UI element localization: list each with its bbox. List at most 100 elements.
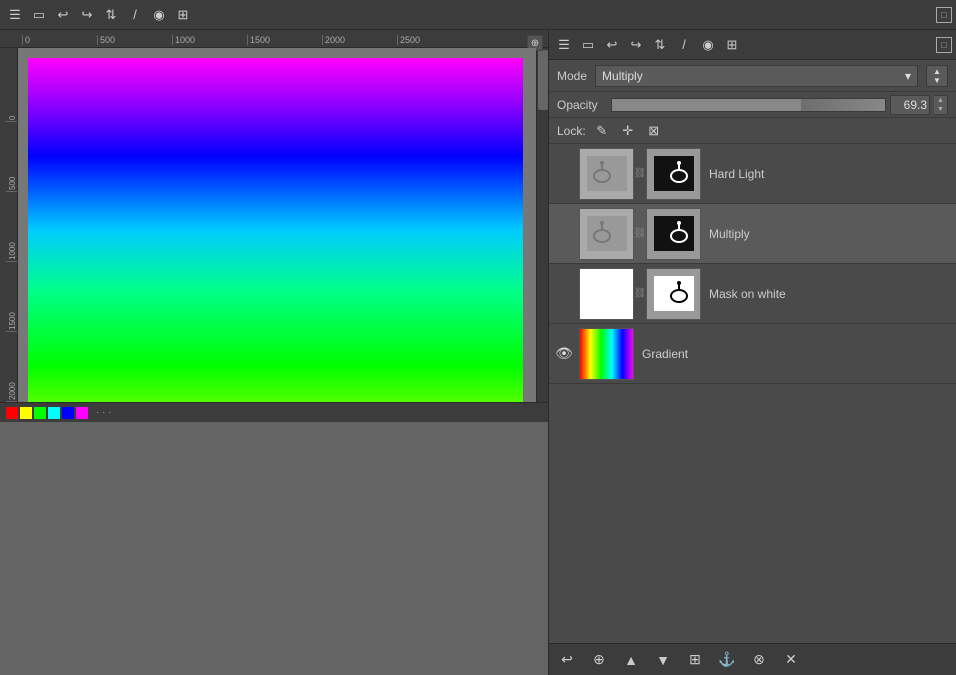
ruler-marks-top: 0 500 1000 1500 2000 2500 [22,35,472,45]
layer-mask-thumb-hard-light [646,148,701,200]
layer-thumbs-hard-light: ⛓ [579,148,701,200]
layer-item-multiply[interactable]: ⛓ Multiply [549,204,956,264]
lock-label: Lock: [557,124,586,138]
layer-visibility-hard-light[interactable] [553,163,575,185]
ruler-mark: 2500 [397,35,472,45]
panel-undo-icon[interactable]: ↩ [601,34,623,56]
color-squares [6,407,88,419]
layer-item-hard-light[interactable]: ⛓ Hard Light [549,144,956,204]
grid-icon[interactable]: ⊞ [172,4,194,26]
layer-name-hard-light: Hard Light [705,167,764,181]
anchor-layer-icon[interactable]: ⚓ [713,648,741,672]
panel-toolbar: ☰ ▭ ↩ ↪ ⇅ / ◉ ⊞ □ [549,30,956,60]
opacity-label: Opacity [557,98,607,112]
undo-icon[interactable]: ↩ [52,4,74,26]
ruler-top: 0 500 1000 1500 2000 2500 ⊕ [0,30,548,48]
layers-list: ⛓ Hard Light [549,144,956,643]
toolbar-right: □ [936,7,952,23]
target-icon[interactable]: ◉ [148,4,170,26]
dropdown-arrow-icon: ▾ [905,69,911,83]
zoom-icon[interactable]: ⊕ [527,35,543,48]
layer-name-gradient: Gradient [638,347,688,361]
layer-mask-thumb-mask-on-white [646,268,701,320]
ruler-left-marks: 0 500 1000 1500 2000 [6,48,17,402]
color-green [34,407,46,419]
right-panel: ☰ ▭ ↩ ↪ ⇅ / ◉ ⊞ □ Mode Multiply ▾ ▲ ▼ [548,30,956,675]
layer-main-thumb-multiply [579,208,634,260]
new-layer-from-visible-icon[interactable]: ↩ [553,648,581,672]
menu-icon[interactable]: ☰ [4,4,26,26]
thumb-image-hard-light [587,156,627,191]
opacity-row: Opacity 69.3 ▲ ▼ [549,92,956,118]
layer-name-multiply: Multiply [705,227,750,241]
ruler-left-mark: 1500 [6,262,17,332]
color-blue [62,407,74,419]
merge-layer-icon[interactable]: ⊗ [745,648,773,672]
color-yellow [20,407,32,419]
move-layer-up-icon[interactable]: ▲ [617,648,645,672]
layer-thumbs-multiply: ⛓ [579,208,701,260]
opacity-spinner[interactable]: ▲ ▼ [934,95,948,115]
thumb-mask-mask-on-white [654,276,694,311]
chain-icon-mask: ⛓ [636,268,644,320]
lock-row: Lock: ✎ ✛ ⊠ [549,118,956,144]
window-icon[interactable]: ▭ [28,4,50,26]
thumb-mask-multiply [654,216,694,251]
color-cyan [48,407,60,419]
layer-name-mask-on-white: Mask on white [705,287,786,301]
bottom-status: · · · [0,402,548,422]
opacity-slider[interactable] [611,98,886,112]
panel-restore-icon[interactable]: □ [936,37,952,53]
canvas-viewport[interactable] [18,48,536,402]
color-red [6,407,18,419]
layer-main-thumb-gradient [579,328,634,380]
brush-icon[interactable]: / [124,4,146,26]
layer-mask-thumb-multiply [646,208,701,260]
duplicate-layer-icon[interactable]: ⊞ [681,648,709,672]
layer-visibility-gradient[interactable]: 👁 [553,343,575,365]
panel-grid-icon[interactable]: ⊞ [721,34,743,56]
mode-label: Mode [557,69,587,83]
panel-target-icon[interactable]: ◉ [697,34,719,56]
mode-arrows[interactable]: ▲ ▼ [926,65,948,87]
canvas-area: 0 500 1000 1500 2000 2500 ⊕ 0 500 1000 1… [0,30,548,675]
mode-dropdown[interactable]: Multiply ▾ [595,65,918,87]
ruler-left-mark: 0 [6,52,17,122]
scrollbar-thumb-v[interactable] [538,50,548,110]
mode-row: Mode Multiply ▾ ▲ ▼ [549,60,956,92]
ruler-left-mark: 500 [6,122,17,192]
canvas-row: 0 500 1000 1500 2000 [0,48,548,402]
panel-redo-icon[interactable]: ↪ [625,34,647,56]
ruler-mark: 500 [97,35,172,45]
thumb-image-multiply [587,216,627,251]
spin-up-icon[interactable]: ▲ [934,96,947,105]
thumb-mask-hard-light [654,156,694,191]
panel-brush-icon[interactable]: / [673,34,695,56]
panel-swap-icon[interactable]: ⇅ [649,34,671,56]
layer-main-thumb-hard-light [579,148,634,200]
panel-window-icon[interactable]: ▭ [577,34,599,56]
delete-layer-icon[interactable]: ✕ [777,648,805,672]
move-layer-down-icon[interactable]: ▼ [649,648,677,672]
panel-toolbar-right: □ [936,37,952,53]
lock-all-icon[interactable]: ⊠ [644,122,664,140]
scrollbar-vertical[interactable] [536,48,548,402]
panel-menu-icon[interactable]: ☰ [553,34,575,56]
layer-item-gradient[interactable]: 👁 Gradient [549,324,956,384]
layer-visibility-multiply[interactable] [553,223,575,245]
swap-icon[interactable]: ⇅ [100,4,122,26]
top-toolbar: ☰ ▭ ↩ ↪ ⇅ / ◉ ⊞ □ [0,0,956,30]
restore-icon[interactable]: □ [936,7,952,23]
layer-visibility-mask-on-white[interactable] [553,283,575,305]
status-dots: · · · [96,407,112,418]
spin-down-icon[interactable]: ▼ [934,105,947,114]
create-layer-group-icon[interactable]: ⊕ [585,648,613,672]
lock-pixel-icon[interactable]: ✎ [592,122,612,140]
lock-move-icon[interactable]: ✛ [618,122,638,140]
mode-value: Multiply [602,69,643,83]
opacity-value[interactable]: 69.3 [890,95,930,115]
canvas-with-ruler: 0 500 1000 1500 2000 2500 ⊕ 0 500 1000 1… [0,30,548,402]
redo-icon[interactable]: ↪ [76,4,98,26]
layer-item-mask-on-white[interactable]: ⛓ Mask on white [549,264,956,324]
layer-main-thumb-mask-on-white [579,268,634,320]
